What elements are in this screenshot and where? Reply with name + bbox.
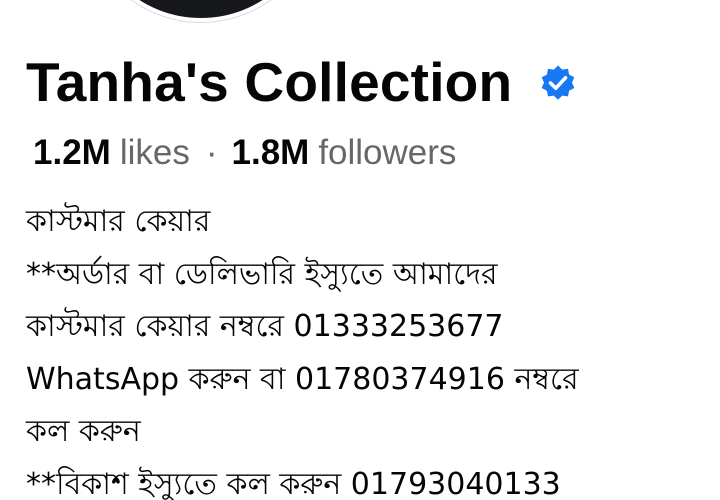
likes-count[interactable]: 1.2M bbox=[33, 133, 111, 173]
stats-separator: · bbox=[205, 133, 218, 172]
followers-count[interactable]: 1.8M bbox=[232, 133, 310, 173]
bio-line-5: কল করুন bbox=[26, 414, 141, 449]
bio-line-4: WhatsApp করুন বা 01780374916 নম্বরে bbox=[26, 361, 579, 397]
page-bio: কাস্টমার কেয়ার **অর্ডার বা ডেলিভারি ইস্… bbox=[26, 196, 716, 500]
bio-line-1: কাস্টমার কেয়ার bbox=[26, 204, 211, 239]
likes-label[interactable]: likes bbox=[120, 133, 190, 173]
verified-badge-icon[interactable] bbox=[538, 64, 578, 104]
bio-line-6: **বিকাশ ইস্যুতে কল করুন 01793040133 bbox=[26, 466, 561, 500]
profile-avatar[interactable] bbox=[86, 0, 316, 22]
page-header: Tanha's Collection bbox=[26, 46, 578, 118]
followers-label[interactable]: followers bbox=[318, 133, 456, 173]
page-title[interactable]: Tanha's Collection bbox=[26, 50, 512, 114]
page-stats: 1.2M likes · 1.8M followers bbox=[33, 130, 456, 176]
bio-line-2: **অর্ডার বা ডেলিভারি ইস্যুতে আমাদের bbox=[26, 256, 498, 292]
bio-line-3: কাস্টমার কেয়ার নম্বরে 01333253677 bbox=[26, 309, 504, 344]
